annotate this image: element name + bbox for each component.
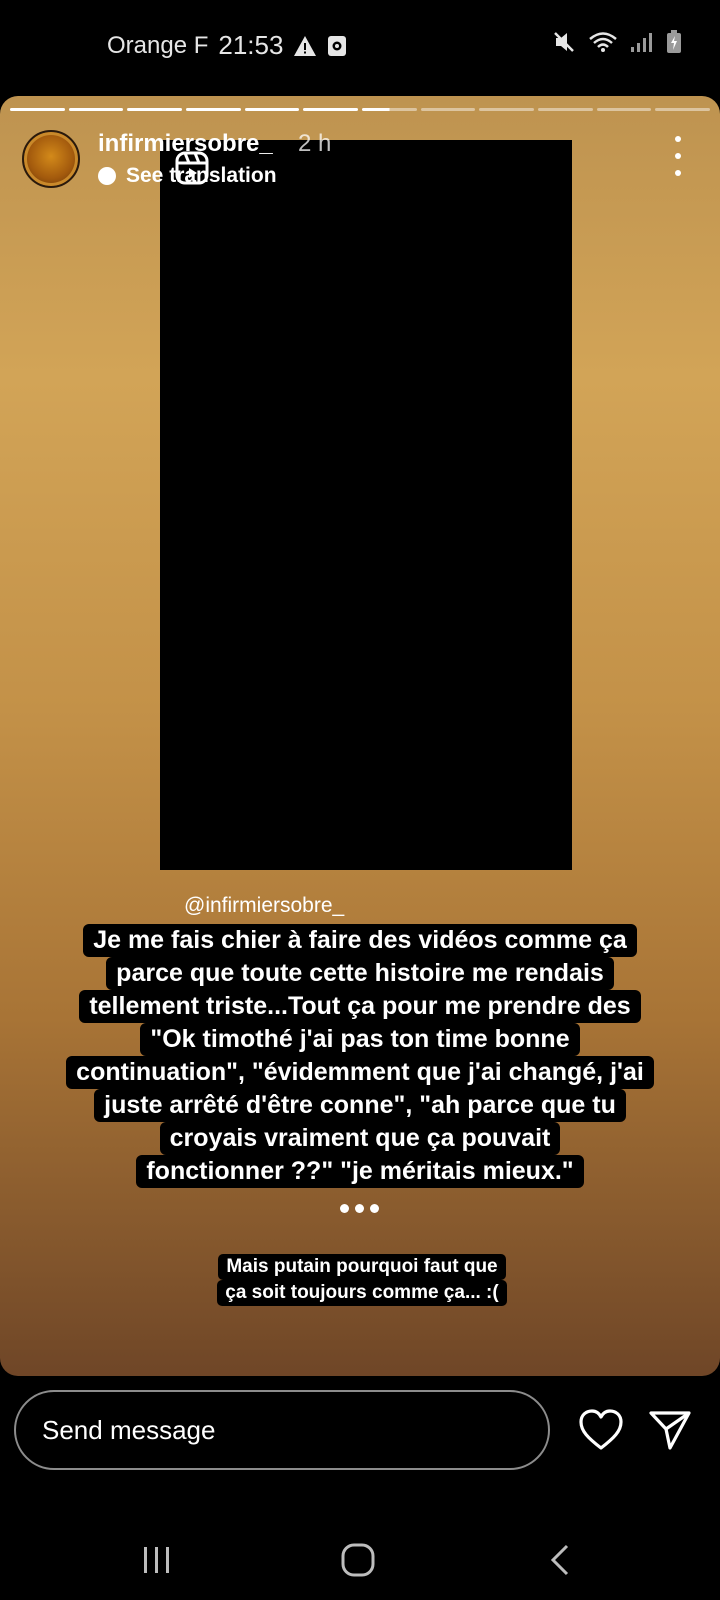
progress-segment: [127, 108, 183, 111]
caption-line: tellement triste...Tout ça pour me prend…: [79, 990, 641, 1023]
more-options-icon[interactable]: [666, 136, 690, 176]
progress-segment: [479, 108, 535, 111]
caption-line: Je me fais chier à faire des vidéos comm…: [83, 924, 637, 957]
home-icon[interactable]: [340, 1542, 376, 1583]
translate-icon: [98, 167, 116, 185]
story-header: infirmiersobre_ 2 h See translation: [22, 130, 698, 190]
caption-line: "Ok timothé j'ai pas ton time bonne: [140, 1023, 580, 1056]
caption-line: continuation", "évidemment que j'ai chan…: [66, 1056, 654, 1089]
recent-apps-icon[interactable]: [142, 1544, 172, 1581]
timestamp: 2 h: [298, 130, 332, 157]
reel-icon: [175, 151, 209, 185]
progress-segment: [655, 108, 711, 111]
progress-segment: [596, 108, 652, 111]
story-view[interactable]: infirmiersobre_ 2 h See translation @inf…: [0, 96, 720, 1376]
progress-segment: [186, 108, 241, 111]
ellipsis-icon: [340, 1204, 379, 1213]
status-right: [552, 30, 682, 54]
caption-text: Je me fais chier à faire des vidéos comm…: [40, 924, 680, 1188]
caption-line: croyais vraiment que ça pouvait: [159, 1122, 561, 1155]
send-icon[interactable]: [648, 1408, 692, 1452]
signal-icon: [630, 31, 654, 53]
carrier-label: Orange F: [107, 31, 209, 59]
clock: 21:53: [218, 30, 284, 60]
battery-icon: [666, 30, 682, 54]
note-line: ça soit toujours comme ça... :(: [217, 1280, 507, 1306]
progress-segment: [244, 108, 300, 111]
heart-icon[interactable]: [578, 1408, 624, 1452]
status-left: Orange F 21:53: [107, 30, 347, 61]
avatar[interactable]: [22, 130, 80, 188]
status-bar: Orange F 21:53: [0, 0, 720, 92]
story-progress-bar: [10, 108, 711, 112]
progress-segment: [10, 108, 65, 111]
caption-line: parce que toute cette histoire me rendai…: [106, 957, 614, 990]
progress-segment: [420, 108, 476, 111]
progress-segment: [303, 108, 359, 111]
notification-icon: [327, 35, 347, 57]
progress-segment: [68, 108, 124, 111]
caption-line: juste arrêté d'être conne", "ah parce qu…: [94, 1089, 626, 1122]
mention-sticker[interactable]: @infirmiersobre_: [184, 894, 344, 918]
wifi-icon: [588, 30, 618, 54]
back-icon[interactable]: [548, 1542, 572, 1583]
note-line: Mais putain pourquoi faut que: [218, 1254, 506, 1280]
send-message-placeholder: Send message: [42, 1414, 216, 1445]
progress-segment: [538, 108, 593, 111]
send-message-input[interactable]: Send message: [14, 1390, 550, 1470]
message-bar: Send message: [0, 1390, 720, 1474]
mute-icon: [552, 30, 576, 54]
video-frame[interactable]: [160, 140, 572, 870]
navigation-bar: [0, 1520, 720, 1600]
note-text: Mais putain pourquoi faut que ça soit to…: [212, 1254, 512, 1306]
progress-segment: [362, 108, 417, 111]
warning-icon: [293, 35, 317, 57]
caption-line: fonctionner ??" "je méritais mieux.": [136, 1155, 584, 1188]
